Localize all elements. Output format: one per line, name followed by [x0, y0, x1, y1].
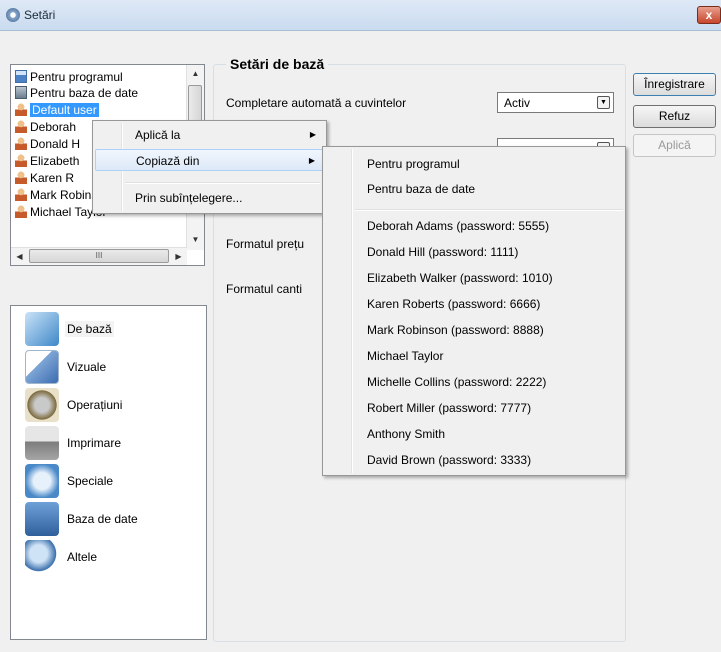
category-basic[interactable]: De bază: [25, 311, 114, 347]
submenu-item-user[interactable]: Michelle Collins (password: 2222): [367, 371, 546, 393]
scroll-up-icon[interactable]: ▲: [187, 65, 204, 82]
user-icon: [15, 205, 27, 218]
copy-from-submenu: Pentru programul Pentru baza de date Deb…: [322, 146, 626, 476]
visual-icon: [25, 350, 59, 384]
save-button[interactable]: Înregistrare: [633, 73, 716, 96]
category-list[interactable]: De bază Vizuale Operațiuni Imprimare Spe…: [10, 305, 207, 640]
submenu-item-user[interactable]: Anthony Smith: [367, 423, 445, 445]
menu-separator: [125, 182, 320, 184]
category-visual[interactable]: Vizuale: [25, 349, 108, 385]
settings-gear-icon: [6, 8, 20, 22]
database-icon: [15, 86, 27, 99]
close-button[interactable]: x: [697, 6, 721, 24]
scroll-left-icon[interactable]: ◀: [11, 248, 28, 265]
list-item[interactable]: Pentru baza de date: [15, 85, 138, 102]
submenu-item-user[interactable]: David Brown (password: 3333): [367, 449, 531, 471]
submenu-item-user[interactable]: Elizabeth Walker (password: 1010): [367, 267, 553, 289]
printer-icon: [25, 426, 59, 460]
apply-button[interactable]: Aplică: [633, 134, 716, 157]
menu-item-default[interactable]: Prin subînțelegere...: [95, 187, 324, 209]
user-icon: [15, 154, 27, 167]
submenu-item-user[interactable]: Michael Taylor: [367, 345, 443, 367]
category-other[interactable]: Altele: [25, 539, 99, 575]
database-icon: [25, 502, 59, 536]
menu-item-copy-from[interactable]: Copiază din ▶: [95, 149, 324, 171]
user-icon: [15, 188, 27, 201]
submenu-item-user[interactable]: Mark Robinson (password: 8888): [367, 319, 544, 341]
user-icon: [15, 137, 27, 150]
submenu-item-database[interactable]: Pentru baza de date: [367, 178, 475, 200]
basic-settings-icon: [25, 312, 59, 346]
autocomplete-select[interactable]: Activ ▼: [497, 92, 614, 113]
category-print[interactable]: Imprimare: [25, 425, 123, 461]
list-item[interactable]: Donald H: [15, 136, 80, 153]
submenu-item-program[interactable]: Pentru programul: [367, 153, 460, 175]
user-icon: [15, 120, 27, 133]
submenu-item-user[interactable]: Robert Miller (password: 7777): [367, 397, 531, 419]
quantity-format-label: Formatul canti: [226, 282, 303, 296]
window-title: Setări: [24, 8, 56, 22]
submenu-arrow-icon: ▶: [308, 156, 315, 165]
title-bar: Setări x: [0, 0, 721, 31]
menu-gutter: [351, 149, 353, 473]
dropdown-arrow-icon[interactable]: ▼: [597, 96, 610, 109]
list-item[interactable]: Pentru programul: [15, 69, 123, 86]
special-icon: [25, 464, 59, 498]
autocomplete-label: Completare automată a cuvintelor: [226, 96, 407, 110]
user-icon: [15, 103, 27, 116]
submenu-item-user[interactable]: Donald Hill (password: 1111): [367, 241, 518, 263]
cancel-button[interactable]: Refuz: [633, 105, 716, 128]
context-menu: Aplică la ▶ Copiază din ▶ Prin subînțele…: [92, 120, 327, 214]
category-special[interactable]: Speciale: [25, 463, 115, 499]
category-database[interactable]: Baza de date: [25, 501, 140, 537]
user-icon: [15, 171, 27, 184]
list-item[interactable]: Karen R: [15, 170, 74, 187]
scroll-right-icon[interactable]: ▶: [170, 248, 187, 265]
list-item-selected[interactable]: Default user: [15, 102, 99, 119]
list-item[interactable]: Elizabeth: [15, 153, 79, 170]
price-format-label: Formatul prețu: [226, 237, 305, 251]
menu-item-apply-to[interactable]: Aplică la ▶: [95, 124, 324, 146]
list-item[interactable]: Deborah: [15, 119, 76, 136]
submenu-item-user[interactable]: Deborah Adams (password: 5555): [367, 215, 549, 237]
scroll-thumb-horizontal[interactable]: III: [29, 249, 169, 263]
horizontal-scrollbar[interactable]: ◀ III ▶: [11, 247, 187, 265]
submenu-arrow-icon: ▶: [309, 130, 316, 139]
scroll-down-icon[interactable]: ▼: [187, 231, 204, 248]
app-icon: [15, 70, 27, 83]
other-icon: [25, 540, 59, 574]
category-operations[interactable]: Operațiuni: [25, 387, 124, 423]
submenu-item-user[interactable]: Karen Roberts (password: 6666): [367, 293, 540, 315]
menu-separator: [355, 209, 623, 211]
operations-icon: [25, 388, 59, 422]
scroll-thumb[interactable]: [188, 85, 202, 125]
section-title: Setări de bază: [226, 56, 329, 72]
